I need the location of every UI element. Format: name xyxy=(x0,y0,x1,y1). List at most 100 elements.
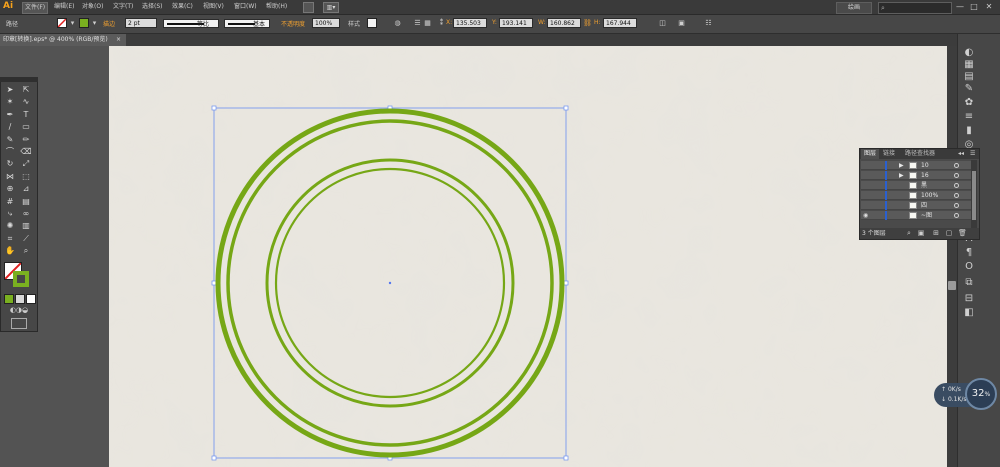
eraser-tool-icon[interactable]: ⌫ xyxy=(20,146,32,157)
resize-handle[interactable] xyxy=(563,105,569,111)
visibility-toggle-icon[interactable]: ◉ xyxy=(863,211,869,220)
menu-help[interactable]: 帮助(H) xyxy=(264,2,289,12)
mesh-tool-icon[interactable]: # xyxy=(4,196,16,207)
graphic-style-swatch[interactable] xyxy=(367,18,377,28)
panel-menu-icon[interactable]: ☷ xyxy=(704,19,713,28)
magic-wand-tool-icon[interactable]: ✶ xyxy=(4,96,16,107)
minimize-button[interactable]: — xyxy=(954,2,966,11)
close-tab-icon[interactable]: × xyxy=(116,34,121,46)
expand-arrow-icon[interactable]: ▶ xyxy=(899,171,904,180)
direct-selection-tool-icon[interactable]: ⇱ xyxy=(20,84,32,95)
menu-select[interactable]: 选择(S) xyxy=(140,2,165,12)
slice-tool-icon[interactable]: ⟋ xyxy=(20,233,32,244)
gradient-panel-icon[interactable]: ▮ xyxy=(962,124,976,138)
tab-layers[interactable]: 图层 xyxy=(861,149,880,159)
none-mode-icon[interactable] xyxy=(26,294,36,304)
resize-handle[interactable] xyxy=(563,455,569,461)
column-graph-tool-icon[interactable]: ▥ xyxy=(20,220,32,231)
variable-width-profile[interactable] xyxy=(163,19,219,28)
menu-edit[interactable]: 编辑(E) xyxy=(52,2,76,12)
tools-panel-header[interactable] xyxy=(0,77,38,82)
isolate-icon[interactable]: ◫ xyxy=(658,19,667,28)
height-field[interactable]: 167.944 xyxy=(603,18,637,28)
pathfinder-icon[interactable]: ◧ xyxy=(962,306,976,320)
document-tab[interactable]: 印章[转换].eps* @ 400% (RGB/预览) × xyxy=(0,34,126,46)
edit-path-icon[interactable]: ▣ xyxy=(677,19,686,28)
make-clipping-mask-icon[interactable]: ▣ xyxy=(917,229,925,238)
workspace-switcher[interactable]: 绘画 xyxy=(836,2,872,14)
brushes-icon[interactable]: ✎ xyxy=(962,82,976,96)
blob-brush-tool-icon[interactable]: ⌒ xyxy=(4,146,16,157)
artboard-tool-icon[interactable]: ⌗ xyxy=(4,233,16,244)
visibility-toggle-icon[interactable] xyxy=(863,161,869,170)
opacity-label[interactable]: 不透明度 xyxy=(281,19,305,28)
type-tool-icon[interactable]: T xyxy=(20,109,32,120)
selection-tool-icon[interactable]: ➤ xyxy=(4,84,16,95)
lasso-tool-icon[interactable]: ∿ xyxy=(20,96,32,107)
menu-view[interactable]: 视图(V) xyxy=(201,2,226,12)
opentype-icon[interactable]: O xyxy=(962,260,976,274)
blend-tool-icon[interactable]: ∞ xyxy=(20,208,32,219)
perspective-grid-tool-icon[interactable]: ⊿ xyxy=(20,183,32,194)
vertical-scrollbar-thumb[interactable] xyxy=(948,281,956,290)
layers-scrollbar-thumb[interactable] xyxy=(972,171,976,220)
close-button[interactable]: ✕ xyxy=(983,2,995,11)
menu-effect[interactable]: 效果(C) xyxy=(170,2,195,12)
visibility-toggle-icon[interactable] xyxy=(863,181,869,190)
locate-object-icon[interactable]: ⌕ xyxy=(905,229,913,238)
pen-tool-icon[interactable]: ✒ xyxy=(4,109,16,120)
paragraph-icon[interactable]: ¶ xyxy=(962,246,976,260)
stroke-weight-field[interactable]: 2 pt xyxy=(125,18,157,28)
gradient-tool-icon[interactable]: ▤ xyxy=(20,196,32,207)
color-mode-icon[interactable] xyxy=(4,294,14,304)
width-tool-icon[interactable]: ⋈ xyxy=(4,171,16,182)
tab-pathfinder[interactable]: 路径查找器 xyxy=(902,149,938,159)
layer-target-icon[interactable] xyxy=(954,213,959,218)
screen-mode-icon[interactable] xyxy=(11,318,27,329)
stroke-dropdown-icon[interactable]: ▾ xyxy=(90,19,99,28)
panel-collapse-icon[interactable]: ◂◂ xyxy=(958,149,964,159)
menu-window[interactable]: 窗口(W) xyxy=(232,2,259,12)
resize-handle[interactable] xyxy=(211,280,217,286)
delete-layer-icon[interactable]: 🗑 xyxy=(958,229,967,238)
eyedropper-tool-icon[interactable]: ⤷ xyxy=(4,208,16,219)
layer-target-icon[interactable] xyxy=(954,173,959,178)
stroke-color-box[interactable] xyxy=(13,271,29,287)
layer-target-icon[interactable] xyxy=(954,193,959,198)
new-layer-icon[interactable]: ▢ xyxy=(945,229,953,238)
symbol-sprayer-tool-icon[interactable]: ✺ xyxy=(4,220,16,231)
visibility-toggle-icon[interactable] xyxy=(863,201,869,210)
transform-panel-icon[interactable]: ⧉ xyxy=(962,276,976,290)
bridge-icon[interactable] xyxy=(303,2,314,13)
resize-handle[interactable] xyxy=(211,105,217,111)
gradient-mode-icon[interactable] xyxy=(15,294,25,304)
layer-target-icon[interactable] xyxy=(954,203,959,208)
recolor-artwork-icon[interactable]: ◍ xyxy=(393,19,402,28)
y-field[interactable]: 193.141 xyxy=(499,18,533,28)
shape-builder-tool-icon[interactable]: ⊕ xyxy=(4,183,16,194)
rectangle-tool-icon[interactable]: ▭ xyxy=(20,121,32,132)
memory-usage-badge[interactable]: 32% xyxy=(965,378,997,410)
fill-swatch[interactable] xyxy=(57,18,67,28)
align-icon[interactable]: ☰ xyxy=(413,19,422,28)
fill-dropdown-icon[interactable]: ▾ xyxy=(68,19,77,28)
expand-arrow-icon[interactable]: ▶ xyxy=(899,161,904,170)
symbols-icon[interactable]: ✿ xyxy=(962,96,976,110)
line-tool-icon[interactable]: ∕ xyxy=(4,121,16,132)
search-input[interactable]: ⌕ xyxy=(878,2,952,14)
transform-icon[interactable]: ▦ xyxy=(423,19,432,28)
resize-handle[interactable] xyxy=(563,280,569,286)
menu-file[interactable]: 文件(F) xyxy=(22,2,49,14)
visibility-toggle-icon[interactable] xyxy=(863,191,869,200)
stroke-swatch[interactable] xyxy=(79,18,89,28)
layer-target-icon[interactable] xyxy=(954,183,959,188)
x-field[interactable]: 135.503 xyxy=(453,18,487,28)
free-transform-tool-icon[interactable]: ⬚ xyxy=(20,171,32,182)
layer-target-icon[interactable] xyxy=(954,163,959,168)
width-field[interactable]: 160.862 xyxy=(547,18,581,28)
arrange-documents-icon[interactable]: ▥▾ xyxy=(323,2,339,13)
menu-type[interactable]: 文字(T) xyxy=(111,2,135,12)
constrain-proportions-icon[interactable]: ⛓ xyxy=(583,19,592,28)
zoom-tool-icon[interactable]: ⌕ xyxy=(20,245,32,256)
panel-menu-icon[interactable]: ☰ xyxy=(970,149,975,159)
